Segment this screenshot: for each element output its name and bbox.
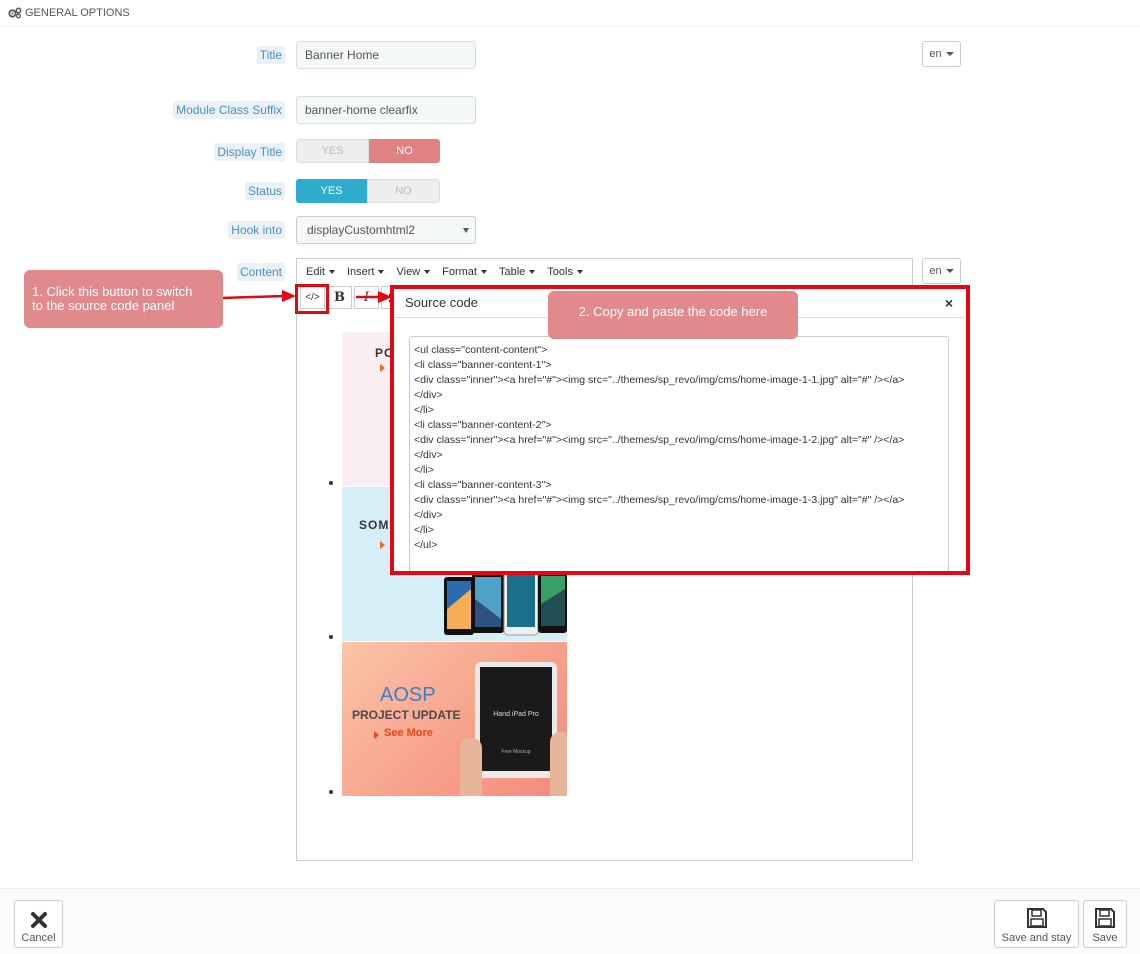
list-bullet [329, 635, 333, 639]
list-bullet [329, 790, 333, 794]
content-lang-dropdown[interactable]: en [922, 258, 961, 284]
gears-icon [8, 7, 22, 19]
step-2-callout: 2. Copy and paste the code here [548, 291, 798, 339]
hook-select[interactable]: displayCustomhtml2 [296, 216, 476, 244]
source-button-highlight [295, 284, 329, 314]
floppy-disk-icon [1026, 908, 1047, 928]
banner-3-link[interactable]: See More [384, 727, 433, 739]
title-lang-value: en [929, 48, 942, 60]
status-label: Status [244, 182, 285, 200]
banner-2-heading: SOM [359, 518, 390, 532]
select-arrow-icon [463, 228, 469, 233]
caret-down-icon [576, 269, 583, 274]
save-label: Save [1092, 932, 1118, 944]
display-title-switch[interactable]: YES NO [296, 139, 440, 163]
suffix-input[interactable]: banner-home clearfix [296, 96, 476, 124]
status-switch[interactable]: YES NO [296, 179, 440, 203]
title-input[interactable]: Banner Home [296, 41, 476, 69]
caret-down-icon [529, 269, 536, 274]
display-title-no[interactable]: NO [369, 139, 440, 163]
panel-title: GENERAL OPTIONS [25, 7, 130, 19]
title-label: Title [256, 46, 285, 64]
menu-format[interactable]: Format [436, 266, 493, 278]
bold-button[interactable]: B [327, 286, 352, 309]
menu-insert-label: Insert [346, 265, 375, 278]
menu-table-label: Table [498, 265, 526, 278]
menu-edit-label: Edit [306, 265, 325, 278]
title-lang-dropdown[interactable]: en [922, 41, 961, 67]
save-button[interactable]: Save [1083, 900, 1127, 948]
cancel-button[interactable]: Cancel [14, 900, 63, 948]
tablet-screen-title: Hand iPad Pro [493, 711, 539, 718]
hook-label: Hook into [228, 221, 285, 239]
status-yes[interactable]: YES [296, 179, 367, 203]
banner-3-subheading: PROJECT UPDATE [352, 708, 461, 722]
caret-down-icon [480, 269, 487, 274]
hand-left-graphic [460, 738, 482, 796]
play-arrow-icon [380, 364, 385, 372]
editor-menubar: Edit Insert View Format Table Tools [297, 259, 912, 284]
menu-edit[interactable]: Edit [300, 266, 341, 278]
menu-table[interactable]: Table [493, 266, 541, 278]
content-lang-value: en [929, 265, 942, 277]
banner-image-3: AOSP PROJECT UPDATE See More Hand iPad P… [342, 642, 567, 796]
module-config-page: GENERAL OPTIONS Title Banner Home en Mod… [0, 0, 1140, 954]
display-title-label: Display Title [214, 143, 285, 161]
display-title-yes[interactable]: YES [296, 139, 369, 163]
save-and-stay-button[interactable]: Save and stay [994, 900, 1079, 948]
caret-down-icon [378, 269, 385, 274]
arrow-to-source-button-icon [222, 290, 296, 302]
tablet-graphic: Hand iPad Pro Free Mockup [475, 662, 557, 778]
arrow-to-dialog-icon [356, 291, 392, 303]
menu-tools-label: Tools [547, 265, 573, 278]
hook-value: displayCustomhtml2 [307, 223, 416, 237]
play-arrow-icon [380, 541, 385, 549]
cancel-label: Cancel [21, 932, 56, 944]
hand-right-graphic [550, 732, 567, 796]
step-1-callout: 1. Click this button to switch to the so… [24, 270, 223, 328]
caret-down-icon [945, 269, 954, 273]
menu-tools[interactable]: Tools [541, 266, 589, 278]
caret-down-icon [945, 52, 954, 56]
menu-view-label: View [396, 265, 421, 278]
save-and-stay-label: Save and stay [1001, 932, 1072, 944]
panel-heading: GENERAL OPTIONS [0, 0, 1140, 27]
floppy-disk-icon [1095, 908, 1115, 928]
list-bullet [329, 481, 333, 485]
content-label: Content [236, 263, 285, 281]
status-no[interactable]: NO [367, 179, 440, 203]
play-arrow-icon [374, 731, 379, 739]
menu-insert[interactable]: Insert [341, 266, 391, 278]
menu-format-label: Format [442, 265, 477, 278]
phones-graphic [444, 569, 567, 636]
caret-down-icon [424, 269, 431, 274]
close-icon [30, 912, 47, 928]
suffix-label: Module Class Suffix [173, 101, 285, 119]
caret-down-icon [328, 269, 335, 274]
panel-footer: Cancel Save and stay Save [0, 888, 1140, 954]
tablet-screen-sub: Free Mockup [501, 749, 531, 755]
banner-3-heading: AOSP [380, 684, 436, 706]
menu-view[interactable]: View [390, 266, 436, 278]
